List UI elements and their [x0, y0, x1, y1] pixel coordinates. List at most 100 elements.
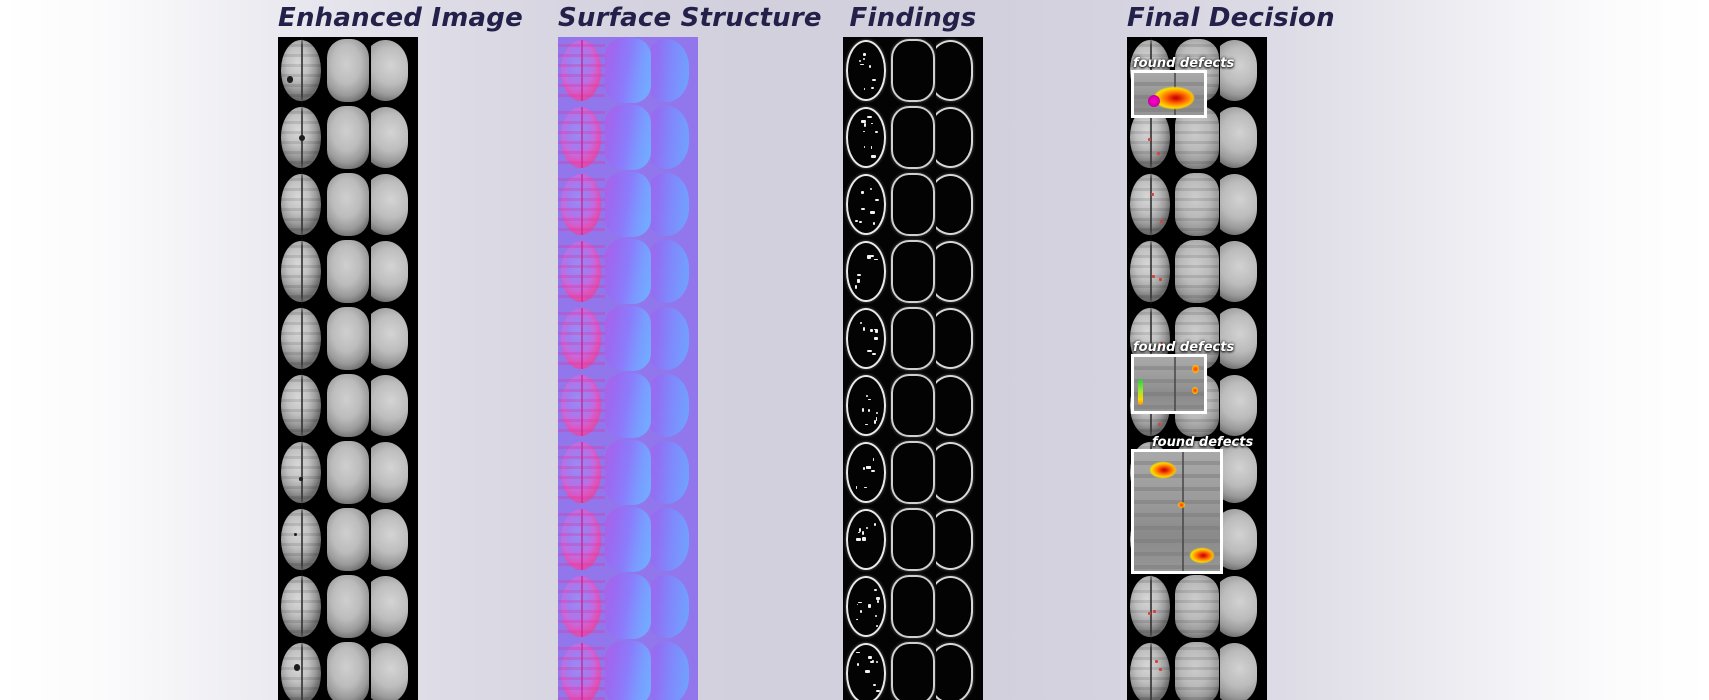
image-cell [1220, 305, 1267, 372]
finding-dot [866, 465, 872, 469]
image-cell [651, 104, 698, 171]
heatmap-blob [1154, 87, 1194, 109]
defect-bounding-box[interactable] [1131, 354, 1207, 414]
image-tile [1127, 573, 1267, 640]
image-cell [558, 171, 605, 238]
finding-dot [862, 531, 865, 535]
image-cell [604, 171, 652, 238]
image-tile [278, 37, 418, 104]
image-tile [558, 171, 698, 238]
image-cell [843, 439, 890, 506]
registration-mark [1159, 667, 1163, 671]
finding-dot [873, 522, 877, 526]
image-cell [278, 305, 325, 372]
found-defects-label: found defects [1152, 435, 1254, 450]
image-cell [558, 305, 605, 372]
image-cell [558, 640, 605, 700]
image-cell [889, 439, 937, 506]
image-cell [604, 640, 652, 700]
image-cell [278, 104, 325, 171]
finding-dot [863, 123, 867, 127]
image-cell [843, 506, 890, 573]
image-tile [843, 37, 983, 104]
image-cell [604, 104, 652, 171]
finding-dot [874, 336, 878, 341]
defect-speck [286, 76, 294, 83]
image-cell [889, 238, 937, 305]
image-cell [604, 238, 652, 305]
image-tile [843, 171, 983, 238]
image-cell [936, 439, 983, 506]
image-tile [278, 506, 418, 573]
registration-mark [1152, 609, 1156, 613]
finding-dot [874, 258, 878, 261]
panel-enhanced-image[interactable] [278, 37, 418, 700]
finding-dot [864, 670, 870, 674]
image-cell [889, 104, 937, 171]
image-cell [936, 238, 983, 305]
image-cell [324, 37, 372, 104]
finding-dot [876, 660, 878, 663]
finding-dot [855, 285, 858, 289]
image-tile [843, 104, 983, 171]
image-cell [889, 37, 937, 104]
image-cell [1220, 640, 1267, 700]
image-cell [1127, 640, 1174, 700]
image-cell [936, 171, 983, 238]
finding-dot [860, 321, 862, 324]
image-cell [889, 305, 937, 372]
image-cell [278, 171, 325, 238]
finding-dot [870, 254, 874, 258]
image-cell [558, 506, 605, 573]
image-cell [558, 372, 605, 439]
finding-dot [868, 64, 871, 68]
image-cell [324, 573, 372, 640]
image-cell [936, 104, 983, 171]
heatmap-blob [1190, 548, 1214, 563]
image-tile [558, 439, 698, 506]
registration-mark [1157, 423, 1161, 427]
finding-dot [875, 131, 878, 133]
heatmap-blob [1178, 502, 1185, 508]
image-tile [558, 305, 698, 372]
image-cell [1220, 104, 1267, 171]
image-cell [843, 372, 890, 439]
image-cell [936, 372, 983, 439]
image-cell [278, 439, 325, 506]
image-cell [1220, 238, 1267, 305]
image-cell [558, 238, 605, 305]
image-cell [1220, 372, 1267, 439]
image-tile [843, 573, 983, 640]
image-cell [936, 305, 983, 372]
finding-dot [870, 329, 874, 332]
image-tile [843, 238, 983, 305]
image-tile [1127, 171, 1267, 238]
image-tile [1127, 640, 1267, 700]
defect-bounding-box[interactable] [1131, 70, 1207, 118]
panel-surface-structure[interactable] [558, 37, 698, 700]
registration-mark [1159, 277, 1163, 281]
image-cell [1173, 640, 1221, 700]
image-tile [558, 104, 698, 171]
image-cell [1173, 573, 1221, 640]
column-title-findings: Findings [849, 3, 977, 33]
visualization-stage: Enhanced Image Surface Structure Finding… [0, 0, 1709, 700]
image-cell [843, 238, 890, 305]
image-tile [278, 171, 418, 238]
image-cell [1127, 573, 1174, 640]
panel-findings[interactable] [843, 37, 983, 700]
finding-dot [858, 220, 862, 224]
defect-bounding-box[interactable] [1131, 449, 1223, 574]
image-tile [558, 372, 698, 439]
finding-dot [871, 353, 877, 355]
image-cell [371, 506, 418, 573]
column-title-enhanced-image: Enhanced Image [278, 3, 523, 33]
defect-speck [299, 477, 303, 481]
image-tile [558, 238, 698, 305]
image-tile [558, 573, 698, 640]
image-cell [278, 238, 325, 305]
image-cell [324, 171, 372, 238]
finding-dot [862, 326, 866, 331]
finding-dot [862, 53, 866, 56]
image-cell [371, 573, 418, 640]
